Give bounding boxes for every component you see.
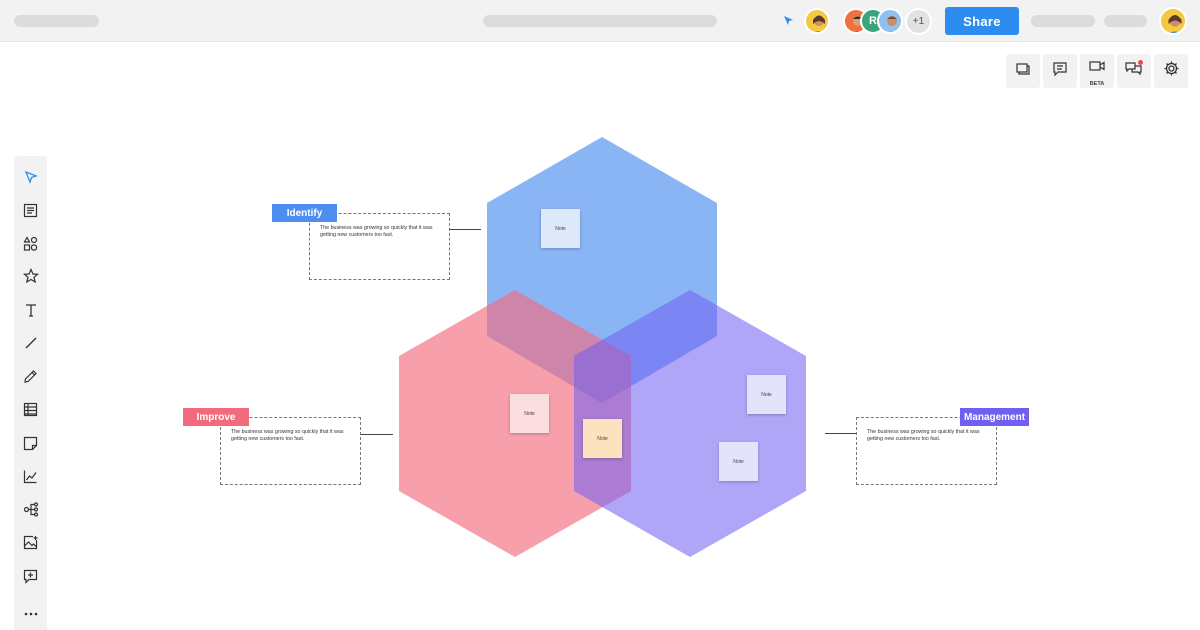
board-title-placeholder[interactable]: [14, 15, 99, 27]
venn-diagram-canvas: [399, 137, 806, 557]
star-icon: [22, 268, 39, 289]
share-button[interactable]: Share: [945, 7, 1019, 35]
sticky-note-label: Note: [524, 410, 535, 417]
mindmap-tool[interactable]: [19, 500, 42, 523]
sticky-note[interactable]: Note: [583, 419, 622, 458]
sticky-note-label: Note: [597, 435, 608, 442]
collaborator-initial: R: [869, 15, 877, 27]
select-tool[interactable]: [19, 168, 42, 191]
left-toolbar: [14, 156, 47, 630]
avatar[interactable]: [804, 8, 830, 34]
settings-button[interactable]: [1154, 54, 1188, 88]
video-icon: [1089, 59, 1105, 78]
more-collaborators-badge[interactable]: +1: [905, 8, 932, 35]
identify-description-box[interactable]: The business was growing so quickly that…: [309, 213, 450, 280]
identify-tag-label: Identify: [286, 207, 323, 219]
add-comment-icon: [23, 569, 38, 589]
cursor-follow-icon[interactable]: [782, 14, 795, 32]
menu-placeholder[interactable]: [1104, 15, 1147, 27]
image-icon: [23, 535, 39, 555]
identify-tag[interactable]: Identify: [272, 204, 337, 222]
line-icon: [24, 336, 38, 355]
sticky-note-tool[interactable]: [19, 434, 42, 457]
improve-description-box[interactable]: The business was growing so quickly that…: [220, 417, 361, 485]
text-icon: [24, 303, 38, 322]
chart-icon: [23, 469, 38, 489]
line-tool[interactable]: [19, 334, 42, 357]
sticky-note-label: Note: [761, 391, 772, 398]
table-tool[interactable]: [19, 400, 42, 423]
right-toolbar: BETA: [1006, 54, 1188, 88]
board-name-placeholder[interactable]: [483, 15, 717, 27]
frames-icon: [1015, 61, 1031, 82]
collaborator-avatar[interactable]: [877, 8, 903, 34]
identify-description: The business was growing so quickly that…: [320, 225, 433, 239]
sticky-note[interactable]: Note: [541, 209, 580, 248]
menu-placeholder[interactable]: [1031, 15, 1095, 27]
gear-icon: [1163, 60, 1180, 82]
management-connector: [825, 433, 857, 434]
frames-button[interactable]: [1006, 54, 1040, 88]
sticky-note[interactable]: Note: [510, 394, 549, 433]
mindmap-icon: [23, 501, 39, 522]
templates-tool[interactable]: [19, 201, 42, 224]
management-tag-label: Management: [963, 411, 1026, 423]
image-tool[interactable]: [19, 533, 42, 556]
stickers-tool[interactable]: [19, 267, 42, 290]
shapes-icon: [23, 235, 38, 256]
notification-dot: [1138, 60, 1143, 65]
user-avatar[interactable]: [1159, 7, 1187, 35]
more-icon: [24, 603, 38, 621]
beta-badge: BETA: [1089, 81, 1105, 87]
select-cursor-icon: [24, 170, 38, 189]
table-icon: [23, 402, 38, 422]
shapes-tool[interactable]: [19, 234, 42, 257]
improve-tag-label: Improve: [196, 411, 236, 423]
sticky-note-label: Note: [733, 458, 744, 465]
sticky-note-label: Note: [555, 225, 566, 232]
add-comment-tool[interactable]: [19, 567, 42, 590]
chat-button[interactable]: [1117, 54, 1151, 88]
more-collaborators-count: +1: [912, 16, 925, 27]
sticky-note[interactable]: Note: [719, 442, 758, 481]
more-tools[interactable]: [19, 600, 42, 623]
management-tag[interactable]: Management: [960, 408, 1029, 426]
management-description-box[interactable]: The business was growing so quickly that…: [856, 417, 997, 485]
chart-tool[interactable]: [19, 467, 42, 490]
improve-connector: [361, 434, 393, 435]
pen-icon: [23, 369, 38, 389]
identify-connector: [450, 229, 481, 230]
management-description: The business was growing so quickly that…: [867, 429, 980, 443]
pen-tool[interactable]: [19, 367, 42, 390]
text-tool[interactable]: [19, 301, 42, 324]
comments-icon: [1052, 61, 1068, 82]
improve-tag[interactable]: Improve: [183, 408, 249, 426]
sticky-note[interactable]: Note: [747, 375, 786, 414]
comments-button[interactable]: [1043, 54, 1077, 88]
video-call-button[interactable]: BETA: [1080, 54, 1114, 88]
improve-description: The business was growing so quickly that…: [231, 429, 344, 443]
template-icon: [23, 203, 38, 223]
sticky-note-icon: [23, 436, 38, 456]
top-bar: R +1 Share: [0, 0, 1200, 42]
